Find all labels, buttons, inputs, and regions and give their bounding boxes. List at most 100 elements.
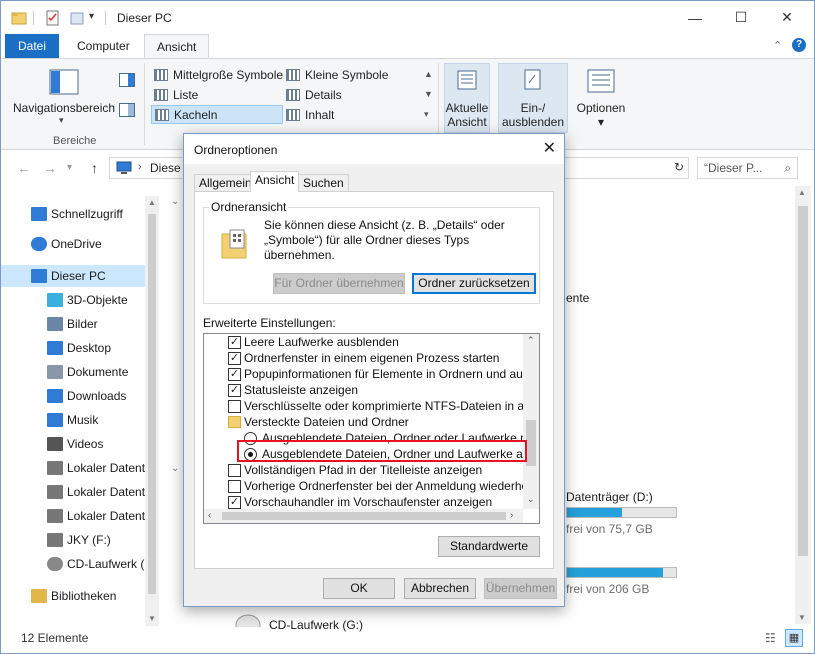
sidebar-item-label: Desktop (67, 341, 112, 355)
checkbox-unchecked[interactable] (228, 480, 241, 493)
settings-scroll-left-icon[interactable]: ‹ (208, 510, 211, 521)
desktop-icon (47, 341, 63, 355)
checkbox-checked[interactable]: ✓ (228, 496, 241, 509)
layout-small-icons[interactable]: Kleine Symbole (283, 66, 388, 85)
nav-pane-label[interactable]: Navigationsbereich (13, 101, 115, 115)
cd-icon (47, 557, 63, 571)
sidebar-item[interactable]: Dieser PC (1, 265, 145, 287)
content-scroll-down-icon[interactable]: ▼ (798, 613, 806, 622)
close-button[interactable]: ✕ (764, 1, 810, 34)
new-folder-icon[interactable] (69, 10, 85, 26)
sidebar-item[interactable]: Lokaler Datenträ (1, 505, 145, 527)
navigation-pane-icon[interactable] (49, 69, 79, 95)
sidebar-item[interactable]: Bibliotheken (1, 585, 145, 607)
folder-view-icon (221, 229, 247, 259)
sidebar-item[interactable]: Downloads (1, 385, 145, 407)
sidebar-item[interactable]: OneDrive (1, 233, 145, 255)
layout-medium-icons[interactable]: Mittelgroße Symbole (151, 66, 283, 85)
content-scroll-up-icon[interactable]: ▲ (798, 188, 806, 197)
sidebar-item-label: Musik (67, 413, 99, 427)
restore-defaults-button[interactable]: Standardwerte (438, 536, 540, 557)
ok-button[interactable]: OK (323, 578, 395, 599)
search-input[interactable]: “Dieser P... ⌕ (697, 157, 798, 179)
tab-file[interactable]: Datei (5, 34, 59, 58)
documents-icon (47, 365, 63, 379)
drive-d-label[interactable]: Datenträger (D:) (566, 490, 653, 504)
settings-hscroll-thumb[interactable] (222, 512, 506, 520)
ribbon-collapse-icon[interactable]: ⌃ (773, 39, 782, 52)
cancel-button[interactable]: Abbrechen (404, 578, 476, 599)
layout-list[interactable]: Liste (151, 86, 198, 105)
sidebar-item[interactable]: JKY (F:) (1, 529, 145, 551)
sidebar-item[interactable]: 3D-Objekte (1, 289, 145, 311)
sidebar-item-label: Videos (67, 437, 104, 451)
breadcrumb[interactable]: Diese (150, 161, 181, 175)
settings-scroll-down-icon[interactable]: ⌄ (527, 494, 535, 505)
advanced-settings-list[interactable]: ✓ Vorschauhandler im Vorschaufenster anze… (203, 333, 540, 524)
sidebar-item[interactable]: CD-Laufwerk (G (1, 553, 145, 575)
back-icon[interactable]: ← (17, 160, 31, 176)
checkbox-unchecked[interactable] (228, 400, 241, 413)
apply-to-folders-button[interactable]: Für Ordner übernehmen (273, 273, 405, 294)
recent-dropdown-icon[interactable]: ▾ (67, 162, 72, 173)
forward-icon[interactable]: → (43, 160, 57, 176)
folder-options-dialog: Ordneroptionen ✕ Allgemein Ansicht Suche… (183, 133, 565, 607)
sidebar-item[interactable]: Bilder (1, 313, 145, 335)
up-icon[interactable]: ↑ (91, 160, 98, 176)
dialog-close-icon[interactable]: ✕ (543, 138, 556, 158)
dialog-tab-view[interactable]: Ansicht (250, 171, 300, 192)
sidebar-item[interactable]: Dokumente (1, 361, 145, 383)
details-view-icon[interactable]: ☷ (765, 631, 776, 645)
refresh-icon[interactable]: ↻ (674, 160, 684, 174)
tab-computer[interactable]: Computer (65, 34, 142, 58)
drives-collapse-icon[interactable]: ⌄ (171, 463, 179, 474)
details-pane-icon[interactable] (119, 103, 135, 117)
sidebar-item[interactable]: Lokaler Datenträ (1, 457, 145, 479)
options-label[interactable]: Optionen ▾ (573, 101, 629, 129)
navigation-pane: Schnellzugriff OneDrive Dieser PC 3D-Objekt… (1, 196, 161, 626)
maximize-button[interactable]: ☐ (718, 1, 764, 34)
sidebar-item[interactable]: Lokaler Datenträ (1, 481, 145, 503)
cloud-icon (31, 237, 47, 251)
checkbox-unchecked[interactable] (228, 464, 241, 477)
checkbox-checked[interactable]: ✓ (228, 384, 241, 397)
apply-button[interactable]: Übernehmen (484, 578, 557, 599)
layout-details[interactable]: Details (283, 86, 342, 105)
options-icon[interactable] (587, 69, 615, 93)
checkbox-checked[interactable]: ✓ (228, 336, 241, 349)
setting-label: Leere Laufwerke ausblenden (244, 335, 399, 349)
layout-expand-icon[interactable]: ▾ (424, 109, 429, 120)
checkbox-checked[interactable]: ✓ (228, 352, 241, 365)
medium-icons-icon (154, 69, 168, 81)
checkbox-checked[interactable]: ✓ (228, 368, 241, 381)
drive-e-usage-fill (567, 568, 663, 577)
sidebar-item[interactable]: Desktop (1, 337, 145, 359)
layout-tiles[interactable]: Kacheln (151, 105, 283, 124)
nav-pane-dropdown-icon[interactable]: ▾ (59, 115, 64, 126)
dialog-tab-search[interactable]: Suchen (298, 174, 349, 192)
layout-scroll-up-icon[interactable]: ▲ (424, 69, 433, 79)
minimize-button[interactable]: — (672, 1, 718, 34)
dialog-tab-general[interactable]: Allgemein (194, 174, 257, 192)
preview-pane-icon[interactable] (119, 73, 135, 87)
layout-scroll-down-icon[interactable]: ▼ (424, 89, 433, 99)
settings-vscroll-thumb[interactable] (526, 420, 536, 466)
breadcrumb-chevron-icon[interactable]: › (138, 161, 142, 173)
tiles-view-icon[interactable]: ▦ (785, 629, 803, 647)
layout-content[interactable]: Inhalt (283, 106, 334, 125)
properties-icon[interactable] (45, 10, 61, 26)
sidebar-item[interactable]: Videos (1, 433, 145, 455)
window-title: Dieser PC (117, 11, 172, 25)
setting-label: Vollständigen Pfad in der Titelleiste an… (244, 463, 483, 477)
folders-collapse-icon[interactable]: ⌄ (171, 196, 179, 207)
sidebar-item[interactable]: Schnellzugriff (1, 203, 145, 225)
ribbon-separator (144, 63, 145, 145)
qat-dropdown-icon[interactable]: ▾ (89, 11, 94, 22)
help-icon[interactable]: ? (792, 38, 806, 52)
settings-scroll-up-icon[interactable]: ⌃ (527, 335, 535, 346)
sidebar-item[interactable]: Musik (1, 409, 145, 431)
tab-view[interactable]: Ansicht (144, 34, 210, 58)
content-scroll-thumb[interactable] (798, 206, 808, 556)
settings-scroll-right-icon[interactable]: › (510, 510, 513, 521)
reset-folders-button[interactable]: Ordner zurücksetzen (412, 273, 536, 294)
